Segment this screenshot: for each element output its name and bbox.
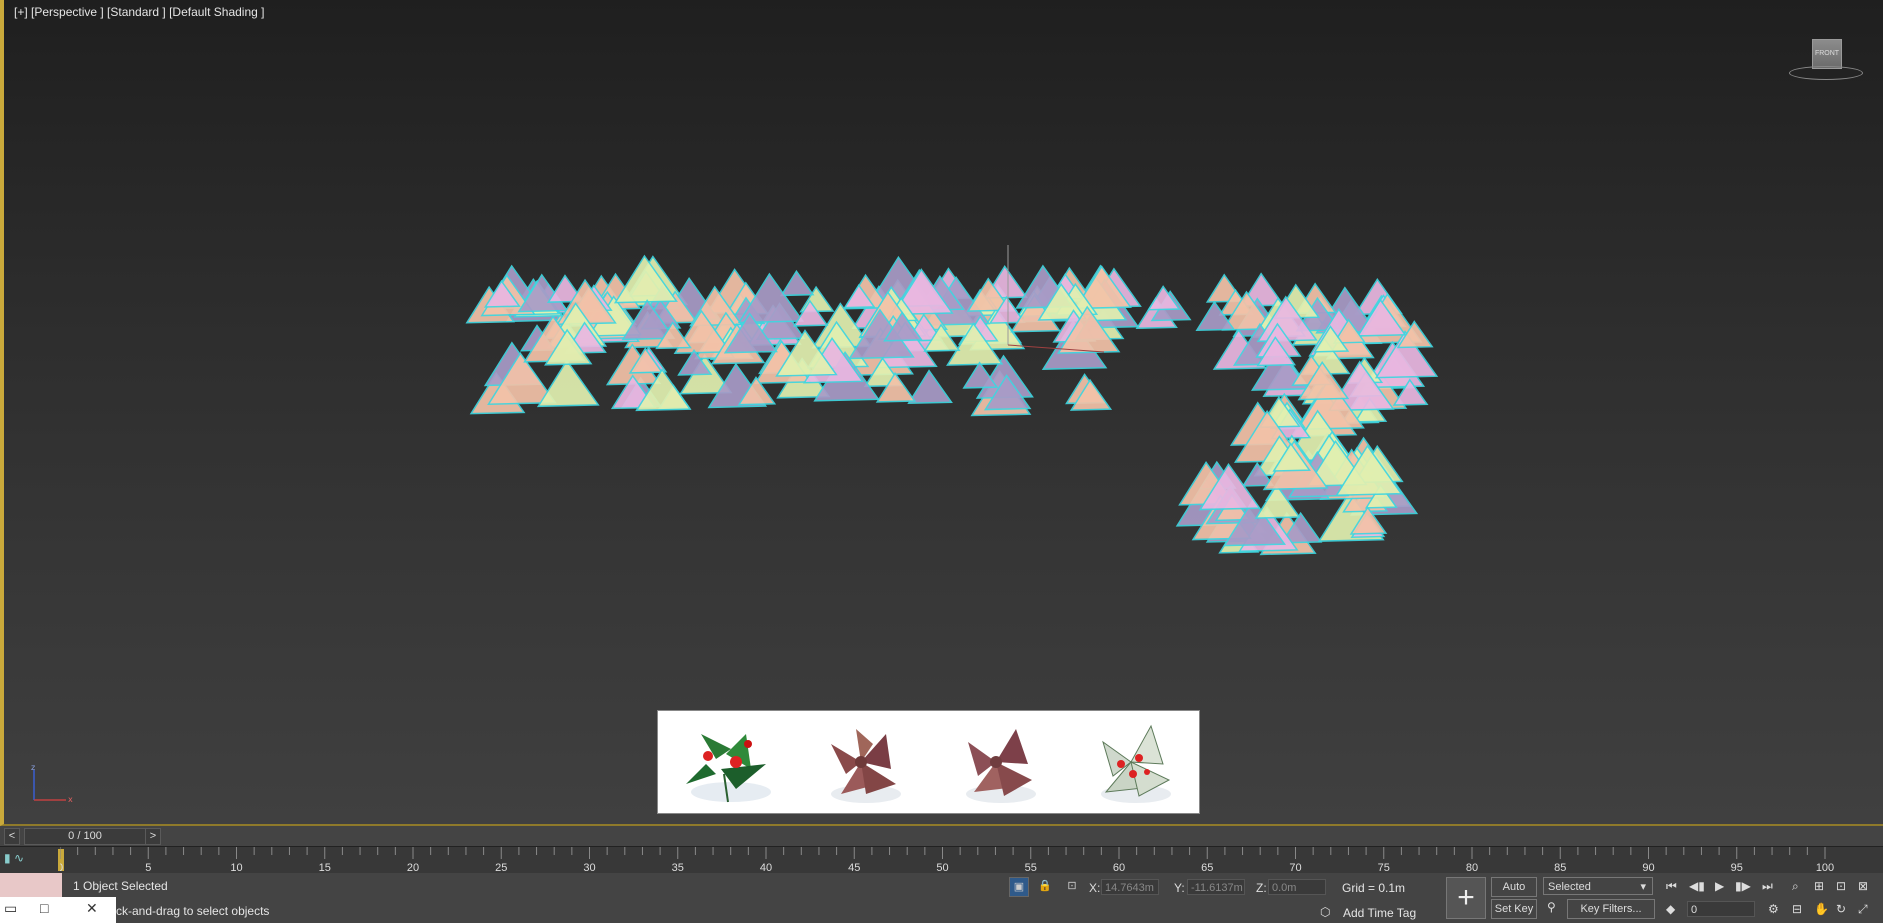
plant-preview-strip: [657, 710, 1200, 814]
y-label: Y:: [1174, 881, 1185, 895]
field-of-view-icon[interactable]: ⊟: [1792, 902, 1802, 916]
fittonia-purple-plant-image: [966, 729, 1037, 803]
set-keys-icon[interactable]: +: [1446, 877, 1486, 919]
curve-editor-icon[interactable]: ▮ ∿: [4, 851, 54, 871]
close-icon[interactable]: ✕: [86, 900, 98, 917]
current-frame-field[interactable]: 0: [1687, 901, 1755, 917]
go-to-end-icon[interactable]: ⏭: [1762, 879, 1773, 894]
time-slider-prev-button[interactable]: <: [4, 828, 20, 845]
selection-set-value: Selected: [1548, 881, 1591, 893]
add-time-tag-button[interactable]: Add Time Tag: [1343, 906, 1416, 920]
leaf-pyramid[interactable]: [536, 359, 600, 408]
selection-set-dropdown[interactable]: Selected ▾: [1543, 877, 1653, 895]
orbit-icon[interactable]: ↻: [1836, 902, 1846, 916]
svg-text:z: z: [31, 764, 35, 772]
time-tag-icon[interactable]: ⬡: [1320, 905, 1330, 919]
zoom-all-icon[interactable]: ⊞: [1814, 879, 1824, 893]
restore-icon[interactable]: ▭: [4, 900, 17, 917]
leaf-pyramid[interactable]: [907, 369, 953, 405]
anthurium-plant-image: [685, 734, 771, 803]
scene-objects[interactable]: [4, 0, 1883, 824]
fittonia-red-plant-image: [830, 729, 901, 803]
x-label: X:: [1089, 881, 1101, 895]
window-controls: ▭ □ ✕: [0, 897, 116, 923]
zoom-icon[interactable]: ⌕: [1792, 879, 1799, 894]
trackbar-ticks: 0510152025303540455055606570758085909510…: [60, 847, 1834, 874]
auto-key-button[interactable]: Auto Key: [1491, 877, 1537, 911]
previous-frame-icon[interactable]: ◀▮: [1689, 879, 1705, 893]
selection-lock-icon[interactable]: ▣: [1009, 877, 1029, 897]
time-configuration-icon[interactable]: ⚙: [1768, 902, 1779, 916]
white-leaf-plant-image: [1101, 724, 1172, 803]
perspective-viewport[interactable]: [+] [Perspective ] [Standard ] [Default …: [0, 0, 1883, 826]
z-coordinate-field[interactable]: 0.0m: [1268, 879, 1326, 895]
time-slider[interactable]: < 0 / 100 >: [0, 826, 1883, 846]
grid-size: Grid = 0.1m: [1342, 881, 1406, 895]
set-key-button[interactable]: Set Key: [1491, 899, 1537, 919]
absolute-mode-icon[interactable]: ⊡: [1063, 877, 1081, 895]
key-mode-icon[interactable]: ⚲: [1547, 900, 1556, 914]
zoom-extents-icon[interactable]: ⊡: [1836, 879, 1846, 893]
time-slider-next-button[interactable]: >: [145, 828, 161, 845]
prompt-line: ck-and-drag to select objects: [116, 904, 270, 918]
leaf-pyramid[interactable]: [779, 269, 815, 297]
x-coordinate-field[interactable]: 14.7643m: [1101, 879, 1159, 895]
y-coordinate-field[interactable]: -11.6137m: [1187, 879, 1245, 895]
key-mode-toggle-icon[interactable]: ◆: [1666, 902, 1675, 916]
selection-count: 1 Object Selected: [73, 879, 168, 893]
time-slider-thumb[interactable]: 0 / 100: [24, 828, 146, 845]
svg-text:x: x: [68, 795, 73, 804]
maximize-viewport-icon[interactable]: ⤢: [1858, 902, 1868, 917]
lock-icon[interactable]: 🔒: [1036, 877, 1054, 895]
key-filters-button[interactable]: Key Filters...: [1567, 899, 1655, 919]
axis-tripod-icon: z x: [31, 764, 73, 804]
maxscript-mini-listener[interactable]: [0, 873, 62, 897]
status-bar: ▭ □ ✕ 1 Object Selected ck-and-drag to s…: [0, 873, 1883, 923]
go-to-start-icon[interactable]: ⏮: [1666, 879, 1677, 894]
trackbar[interactable]: ▮ ∿ 051015202530354045505560657075808590…: [0, 846, 1883, 874]
maximize-icon[interactable]: □: [40, 900, 48, 916]
chevron-down-icon: ▾: [1640, 881, 1646, 893]
zoom-extents-all-icon[interactable]: ⊠: [1858, 879, 1868, 893]
play-icon[interactable]: ▶: [1715, 879, 1724, 893]
pan-view-icon[interactable]: ✋: [1814, 902, 1829, 916]
z-label: Z:: [1256, 881, 1267, 895]
next-frame-icon[interactable]: ▮▶: [1735, 879, 1751, 893]
